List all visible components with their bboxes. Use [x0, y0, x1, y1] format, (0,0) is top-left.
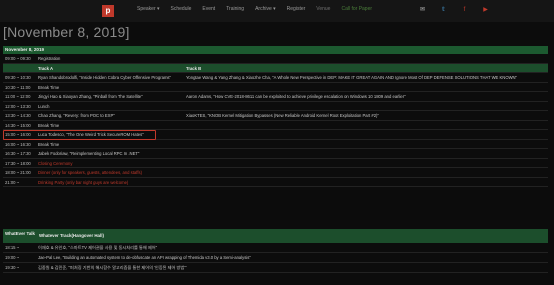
schedule-row: 11:00 ~ 12:00 Jingyi Hao & Xiaoyan Zhang,… — [3, 92, 548, 102]
session-time: 09:30 ~ 10:30 — [5, 75, 31, 80]
track-a-session: Break Time — [38, 84, 60, 90]
session-time: 17:30 ~ 18:00 — [5, 160, 31, 166]
track-a-session: Break Time — [38, 141, 60, 147]
track-a-session: Jingyi Hao & Xiaoyan Zhang, "Pinball fro… — [38, 94, 143, 99]
whatever-header: WhatEver Talk Whatever Track(Hangover Ha… — [3, 229, 548, 243]
top-navigation: p Speaker ▾ Schedule Event Training Arch… — [0, 0, 554, 22]
nav-item-call-for-paper[interactable]: Call for Paper — [341, 6, 372, 12]
nav-item-event[interactable]: Event — [202, 6, 215, 12]
track-header-row: Track A Track B — [3, 63, 548, 73]
schedule-row: 16:30 ~ 17:30 Jabek Fodoriaw, "Reimplemen… — [3, 149, 548, 159]
schedule-row: 14:30 ~ 15:00 Break Time — [3, 121, 548, 130]
schedule-row: 15:00 ~ 16:00 Luca Todesco, "The One Weir… — [3, 130, 548, 140]
schedule-row: 09:00 ~ 09:30 Registration — [3, 54, 548, 64]
whatever-row: 18:15 ~ 이재호 & 유인호, "스마트TV 제어권을 사용 및 동시처리를… — [3, 243, 548, 253]
twitter-icon[interactable]: 𝕥 — [440, 7, 447, 14]
schedule-row: 21:00 ~ Drinking Party (only bar night gu… — [3, 178, 548, 187]
nav-item-venue[interactable]: Venue — [316, 6, 330, 12]
session-time: 21:00 ~ — [5, 179, 20, 185]
track-a-session: Registration — [38, 56, 61, 61]
schedule-row: 09:30 ~ 10:30 Ryan Shandobrodolfi, "Insid… — [3, 73, 548, 83]
whatever-time: 19:00 ~ — [5, 255, 20, 260]
session-time: 16:30 ~ 17:30 — [5, 151, 31, 156]
whatever-session: 이재호 & 유인호, "스마트TV 제어권을 사용 및 동시처리를 통해 제어" — [38, 245, 158, 250]
track-a-session: Jabek Fodoriaw, "Reimplementing Local RP… — [38, 151, 140, 156]
track-b-session: Aaron Adams, "How CVE-2018-8611 can be e… — [186, 94, 406, 99]
nav-item-speaker[interactable]: Speaker ▾ — [137, 6, 160, 12]
schedule-table: November 8, 2019 09:00 ~ 09:30 Registrati… — [3, 46, 548, 187]
youtube-icon[interactable]: ▶ — [482, 7, 489, 14]
session-time: 13:30 ~ 14:30 — [5, 113, 31, 118]
track-a-session: Chao Zhang, "Revery: from POC to EXP" — [38, 113, 115, 118]
track-a-session: Dinner (only for speakers, guests, atten… — [38, 170, 142, 175]
whatever-session: Jae-Pal Lee, "Building an automated syst… — [38, 255, 251, 260]
schedule-row: 10:30 ~ 11:00 Break Time — [3, 83, 548, 92]
session-time: 16:00 ~ 16:30 — [5, 141, 31, 147]
track-a-session: Ryan Shandobrodolfi, "Inside Hidden Cobr… — [38, 75, 172, 80]
schedule-row: 12:00 ~ 13:30 Lunch — [3, 102, 548, 111]
whatever-talk-table: WhatEver Talk Whatever Track(Hangover Ha… — [3, 229, 548, 273]
social-links: ✉ 𝕥 f ▶ — [419, 7, 489, 14]
session-time: 14:30 ~ 15:00 — [5, 122, 31, 128]
whatever-label: WhatEver Talk — [5, 231, 35, 236]
track-a-session: Track A — [38, 65, 53, 71]
nav-item-register[interactable]: Register — [287, 6, 306, 12]
mail-icon[interactable]: ✉ — [419, 7, 426, 14]
session-time: 09:00 ~ 09:30 — [5, 56, 31, 61]
day-bar: November 8, 2019 — [3, 46, 548, 54]
session-time: 10:30 ~ 11:00 — [5, 84, 31, 90]
track-b-session: Yongtae Wang & Yang Zhang & Xiaozhe Cha,… — [186, 75, 518, 80]
nav-menu: Speaker ▾ Schedule Event Training Archiv… — [137, 6, 383, 12]
page-title: [November 8, 2019] — [3, 24, 130, 40]
site-logo[interactable]: p — [102, 5, 114, 17]
nav-item-schedule[interactable]: Schedule — [171, 6, 192, 12]
nav-item-archive[interactable]: Archive ▾ — [255, 6, 276, 12]
schedule-row: 13:30 ~ 14:30 Chao Zhang, "Revery: from P… — [3, 111, 548, 121]
session-time: 11:00 ~ 12:00 — [5, 94, 31, 99]
schedule-row: 16:00 ~ 16:30 Break Time — [3, 140, 548, 149]
facebook-icon[interactable]: f — [461, 7, 468, 14]
whatever-row: 19:00 ~ Jae-Pal Lee, "Building an automat… — [3, 253, 548, 263]
whatever-row: 19:30 ~ 김중원 & 김민준, "퍼처징 기반의 해시함수 알고리즘을 통한… — [3, 263, 548, 273]
session-time: 18:00 ~ 21:00 — [5, 170, 31, 175]
track-a-session: Drinking Party (only bar night guys are … — [38, 179, 129, 185]
schedule-row: 17:30 ~ 18:00 Closing Ceremony — [3, 159, 548, 168]
whatever-time: 19:30 ~ — [5, 265, 20, 270]
track-a-session: Closing Ceremony — [38, 160, 73, 166]
session-time: 12:00 ~ 13:30 — [5, 103, 31, 109]
track-b-session: XiaoKTES, "KNOB Kernel Mitigation Bypass… — [186, 113, 379, 118]
schedule-row: 18:00 ~ 21:00 Dinner (only for speakers, … — [3, 168, 548, 178]
track-a-session: Lunch — [38, 103, 50, 109]
whatever-session: 김중원 & 김민준, "퍼처징 기반의 해시함수 알고리즘을 통한 제어의 '인… — [38, 265, 187, 270]
track-a-session: Break Time — [38, 122, 60, 128]
whatever-time: 18:15 ~ — [5, 245, 20, 250]
track-b-session: Track B — [186, 65, 202, 71]
nav-item-training[interactable]: Training — [226, 6, 244, 12]
whatever-track-title: Whatever Track(Hangover Hall) — [39, 233, 104, 238]
highlight-box — [3, 130, 156, 140]
